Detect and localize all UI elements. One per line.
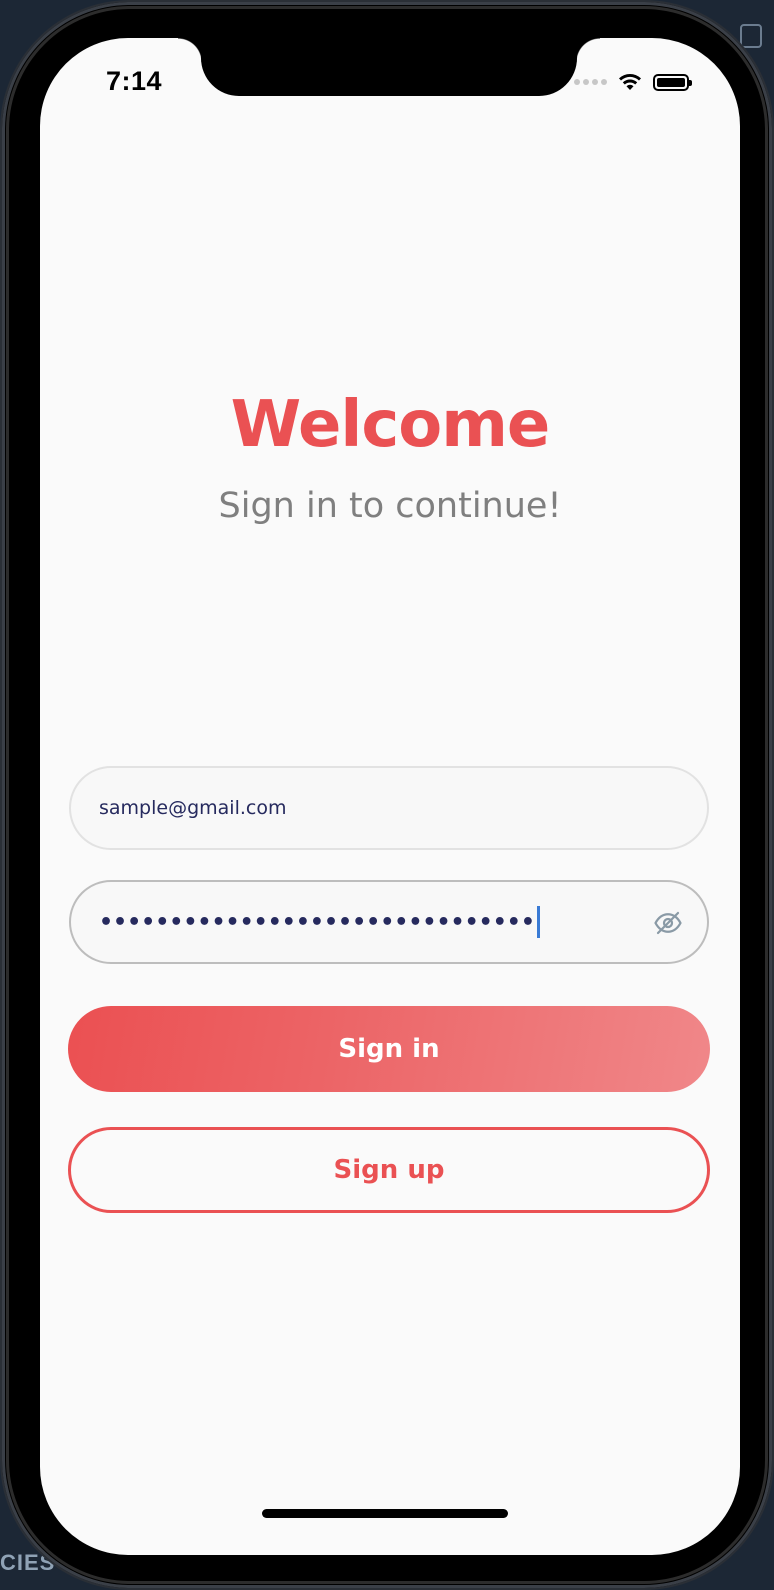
password-field[interactable]: ••••••••••••••••••••••••••••••• [69,880,709,964]
password-value: ••••••••••••••••••••••••••••••• [99,909,535,935]
status-icons [574,72,692,92]
page-title: Welcome [230,388,551,462]
home-indicator[interactable] [262,1509,508,1518]
phone-frame: 7:14 Welcome Sign in to continue! sample… [2,2,772,1588]
status-time: 7:14 [106,66,163,96]
email-value: sample@gmail.com [99,797,287,819]
background-window-icon [740,24,762,48]
sign-in-button[interactable]: Sign in [68,1006,710,1092]
page-subtitle: Sign in to continue! [218,486,562,526]
app-screen: 7:14 Welcome Sign in to continue! sample… [40,38,740,1555]
eye-off-icon[interactable] [653,908,683,938]
cellular-signal-icon [574,79,607,85]
email-field[interactable]: sample@gmail.com [69,766,709,850]
device-notch [178,38,600,96]
wifi-icon [619,73,641,90]
sign-up-button[interactable]: Sign up [68,1127,710,1213]
text-caret [536,906,540,938]
battery-icon [653,73,692,91]
